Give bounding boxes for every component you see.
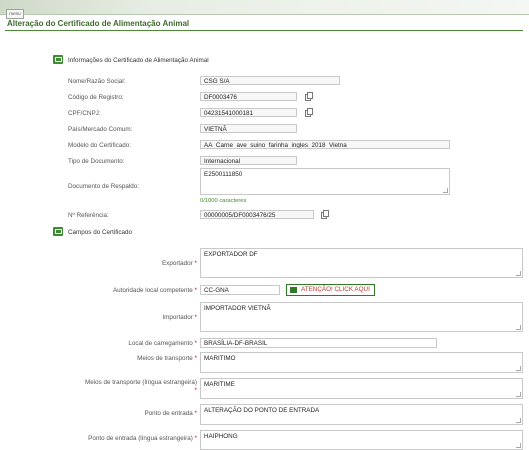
label-razao-social: Nome/Razão Social:	[68, 78, 126, 85]
page-title: Alteração do Certificado de Alimentação …	[7, 19, 190, 28]
meios-transporte-textarea[interactable]: MARITIMO	[200, 352, 523, 373]
label-modelo: Modelo do Certificado:	[68, 142, 132, 149]
field-razao-social[interactable]: CSG S/A	[200, 76, 340, 85]
label-ponto-entrada-estrangeira: Ponto de entrada (língua estrangeira) *	[88, 435, 197, 442]
autoridade-input[interactable]: CC-GNA	[200, 285, 280, 295]
top-banner	[0, 0, 529, 15]
importador-textarea[interactable]: IMPORTADOR VIETNÃ	[200, 302, 523, 332]
label-autoridade: Autoridade local competente *	[112, 287, 197, 294]
menu-button[interactable]: menu	[6, 9, 24, 19]
label-codigo-registro: Código de Registro:	[68, 94, 124, 101]
section-info-icon	[53, 55, 63, 64]
section-campos-icon	[53, 227, 63, 236]
exportador-textarea[interactable]: EXPORTADOR DF	[200, 248, 523, 278]
label-exportador: Exportador *	[161, 260, 197, 267]
field-modelo[interactable]: AA_Carne_ave_suino_farinha_ingles_2018_V…	[200, 140, 450, 149]
label-meios-transporte-estrangeira: Meios de transporte (língua estrangeira)	[84, 379, 197, 386]
copy-icon[interactable]	[321, 210, 329, 219]
field-pais[interactable]: VIETNÃ	[200, 124, 297, 133]
field-tipo-documento[interactable]: Internacional	[200, 156, 297, 165]
copy-icon[interactable]	[305, 92, 313, 101]
label-tipo-documento: Tipo de Documento:	[68, 158, 125, 165]
label-local-carregamento: Local de carregamento *	[128, 340, 197, 347]
field-referencia[interactable]: 00000005/DF0003476/25	[200, 210, 314, 219]
label-ponto-entrada: Ponto de entrada *	[144, 410, 197, 417]
ponto-entrada-textarea[interactable]: ALTERAÇÃO DO PONTO DE ENTRADA	[200, 404, 523, 425]
field-cpf-cnpj[interactable]: 04231541000181	[200, 108, 297, 117]
local-carregamento-input[interactable]: BRASÍLIA-DF-BRASIL	[200, 338, 437, 348]
label-meios-transporte: Meios de transporte *	[137, 355, 197, 362]
label-referencia: Nº Referência:	[68, 212, 109, 219]
documento-respaldo-textarea[interactable]: E2500111850	[200, 168, 450, 195]
warning-icon	[290, 287, 297, 293]
char-counter: 0/1000 caracteres	[200, 198, 247, 204]
label-documento-respaldo: Documento de Respaldo:	[68, 183, 140, 190]
label-pais: País/Mercado Comum:	[68, 126, 133, 133]
attention-button[interactable]: ATENÇÃO! CLICK AQUI	[286, 284, 375, 296]
meios-transporte-estrangeira-textarea[interactable]: MARITIME	[200, 378, 523, 399]
section-campos-title: Campos do Certificado	[68, 229, 133, 236]
ponto-entrada-estrangeira-textarea[interactable]: HAIPHONG	[200, 430, 523, 450]
field-codigo-registro[interactable]: DF0003476	[200, 92, 297, 101]
label-cpf-cnpj: CPF/CNPJ:	[68, 110, 101, 117]
copy-icon[interactable]	[305, 108, 313, 117]
required-mark: *	[194, 387, 197, 394]
title-bar: Alteração do Certificado de Alimentação …	[5, 19, 523, 31]
label-importador: Importador *	[162, 314, 197, 321]
section-info-title: Informações do Certificado de Alimentaçã…	[68, 57, 209, 64]
